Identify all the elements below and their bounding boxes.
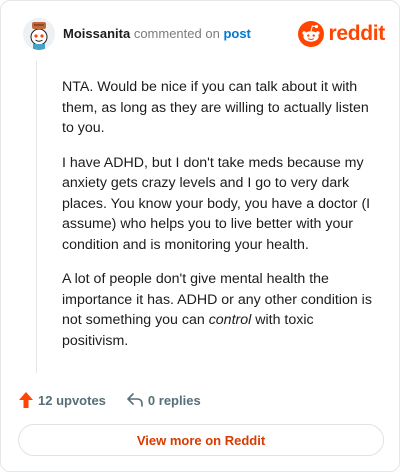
comment-meta: Moissanita commented on post — [63, 26, 251, 42]
post-link[interactable]: post — [223, 26, 250, 41]
comment-emphasis: control — [208, 312, 252, 328]
replies-count: 0 replies — [147, 392, 201, 408]
comment-header: Moissanita commented on post reddit — [23, 18, 385, 50]
reddit-logo-icon — [298, 21, 325, 47]
comment-paragraph-3: A lot of people don't give mental health… — [62, 269, 380, 351]
reddit-brand[interactable]: reddit — [298, 20, 385, 48]
comment-body: NTA. Would be nice if you can talk about… — [62, 77, 380, 365]
upvotes-count: 12 upvotes — [38, 392, 106, 408]
user-avatar[interactable] — [23, 18, 55, 50]
thread-line — [36, 61, 37, 373]
comment-actions: 12 upvotes 0 replies — [18, 390, 201, 410]
snoo-avatar-icon — [23, 18, 55, 50]
upvote-arrow-icon — [19, 392, 33, 408]
comment-paragraph-2: I have ADHD, but I don't take meds becau… — [62, 154, 371, 253]
reddit-wordmark: reddit — [328, 22, 385, 45]
replies-button[interactable]: 0 replies — [126, 392, 201, 408]
embedded-comment-card: Moissanita commented on post reddit NTA.… — [0, 0, 400, 472]
commented-on-text: commented on — [133, 26, 220, 41]
upvote-button[interactable]: 12 upvotes — [18, 391, 106, 409]
reply-arrow-icon — [127, 393, 143, 407]
author-name[interactable]: Moissanita — [63, 26, 130, 41]
comment-paragraph-1: NTA. Would be nice if you can talk about… — [62, 79, 369, 136]
view-more-on-reddit-button[interactable]: View more on Reddit — [18, 424, 384, 456]
